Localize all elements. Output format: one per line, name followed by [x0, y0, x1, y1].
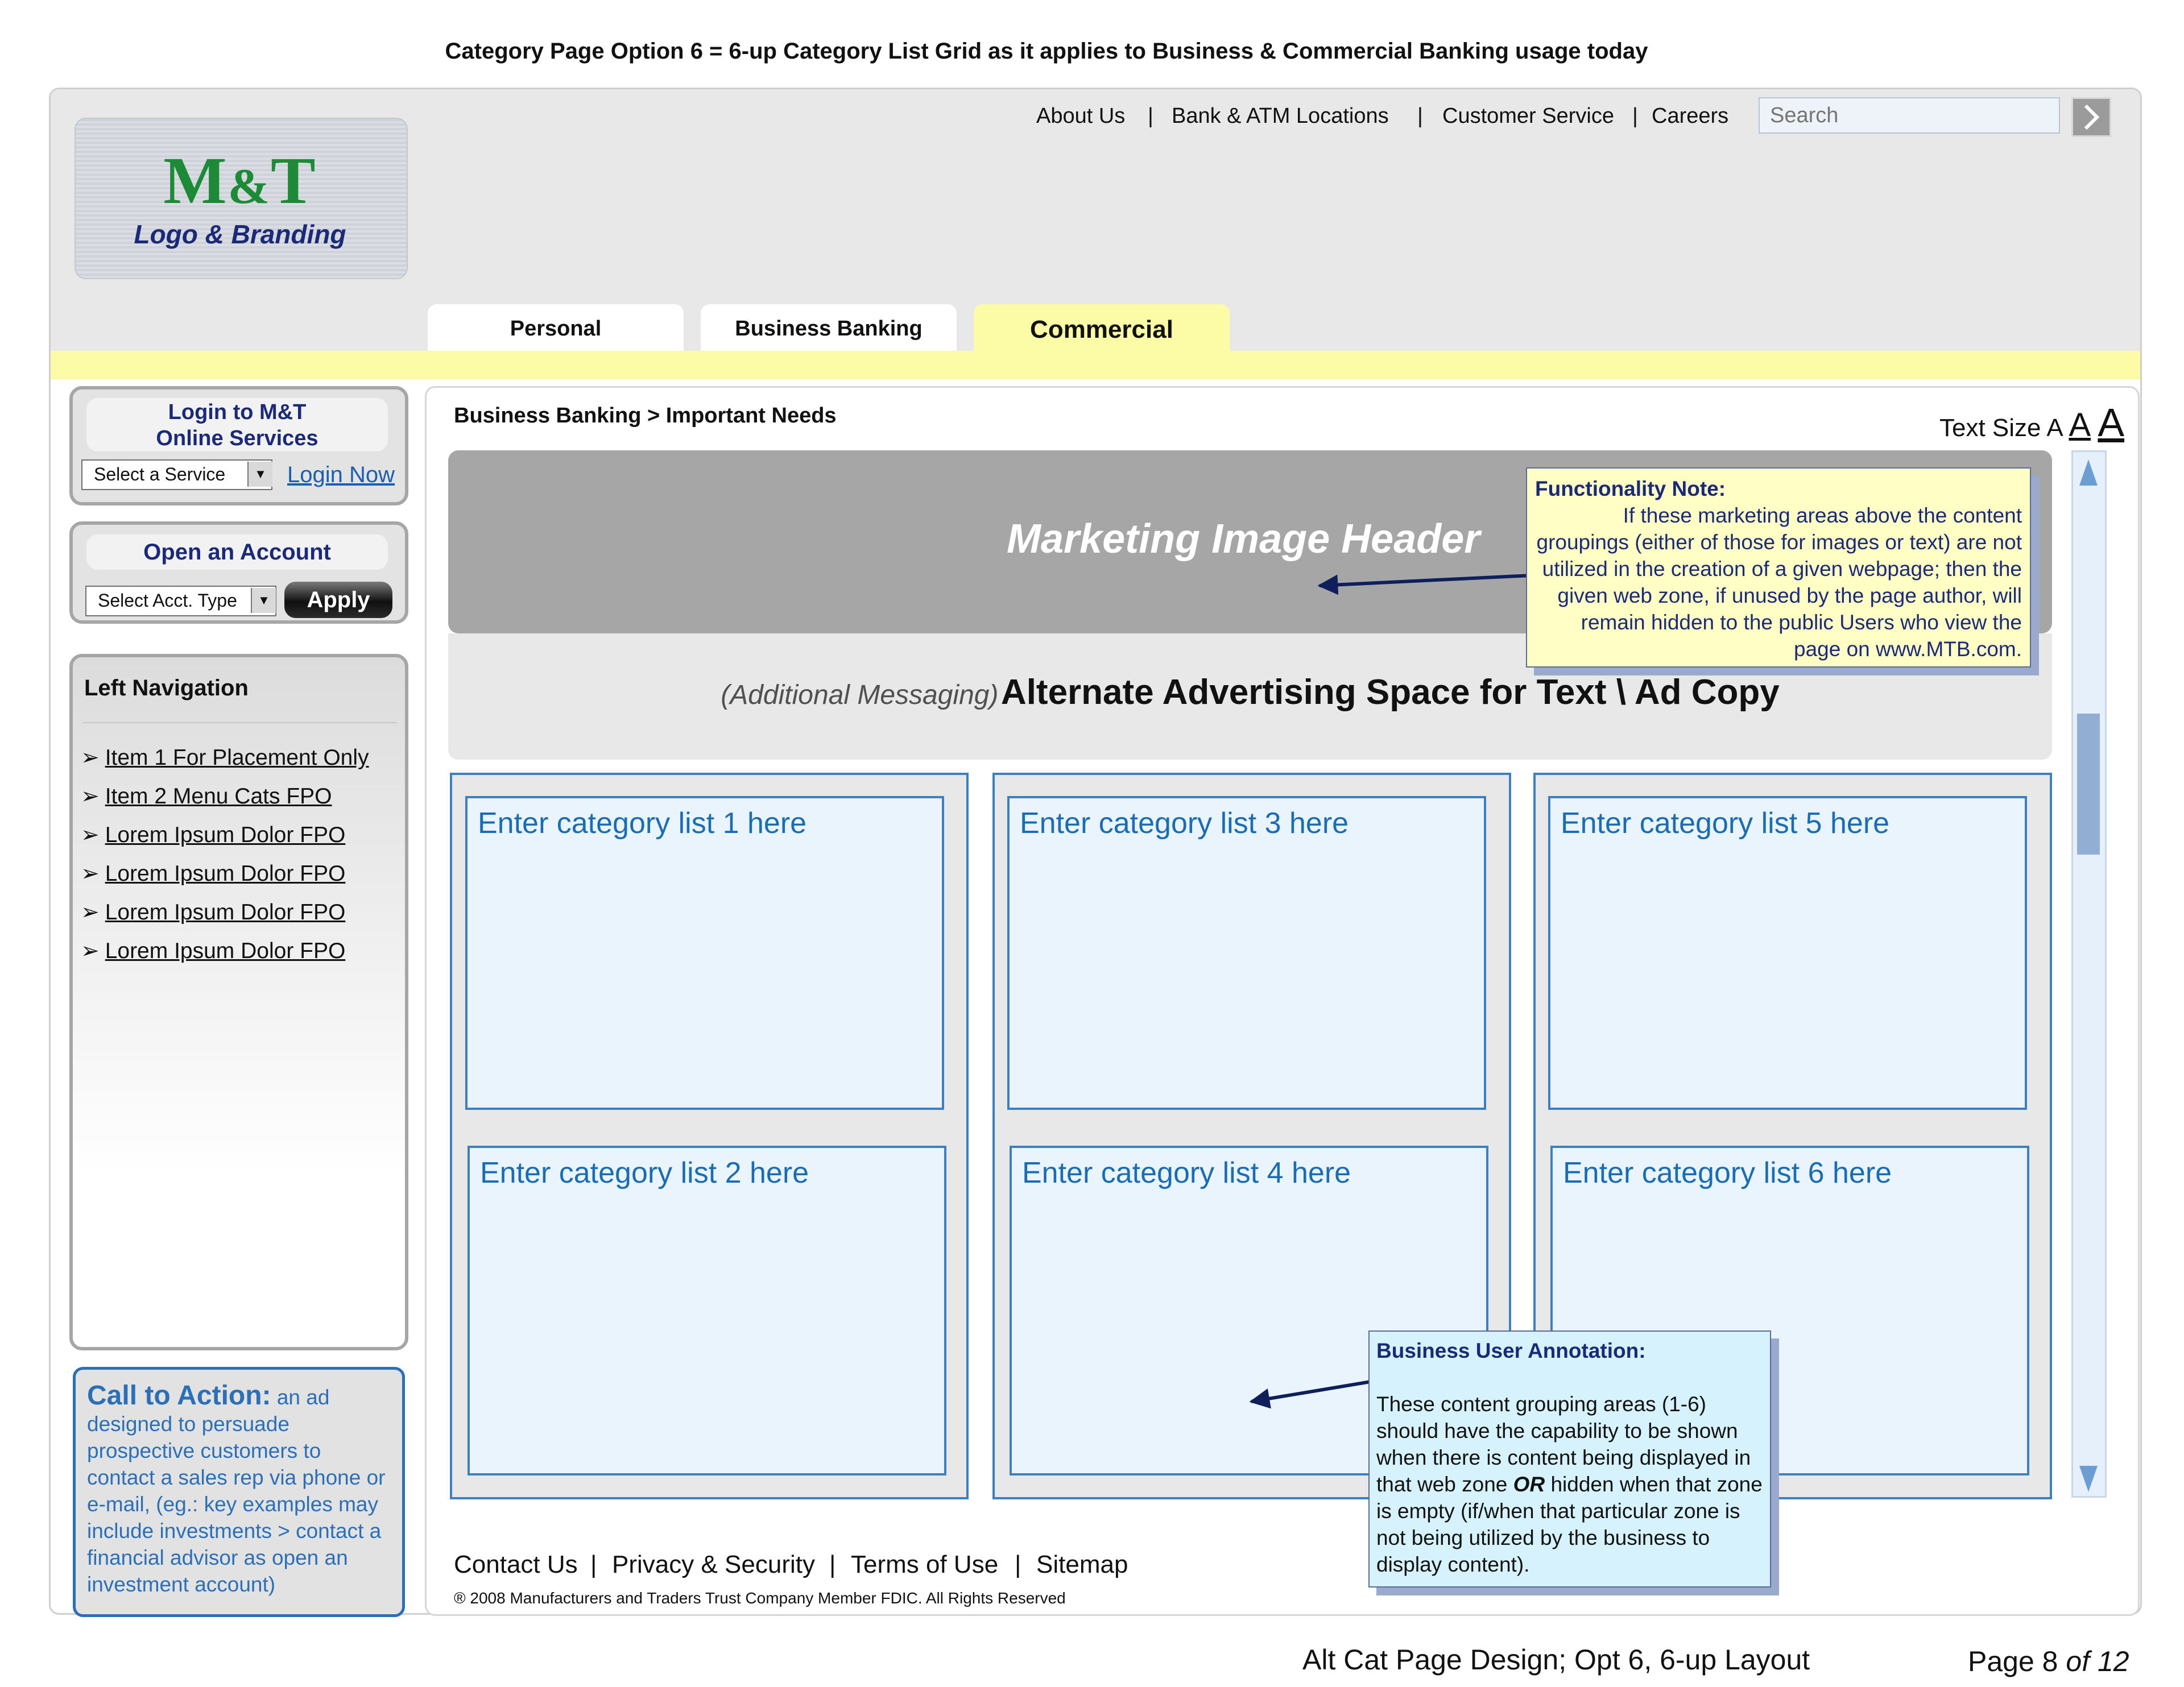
footer-separator: |: [590, 1551, 597, 1578]
footer-separator: |: [1015, 1551, 1021, 1578]
footer-link-terms-of-use[interactable]: Terms of Use: [851, 1551, 998, 1579]
copyright-notice: ® 2008 Manufacturers and Traders Trust C…: [454, 1589, 1066, 1607]
footer-separator: |: [829, 1551, 836, 1578]
annotation-arrow-marketing: [1317, 573, 1555, 595]
footer-link-sitemap[interactable]: Sitemap: [1036, 1551, 1128, 1579]
functionality-note-body: If these marketing areas above the conte…: [1536, 504, 2022, 661]
footer-link-contact-us[interactable]: Contact Us: [454, 1551, 578, 1579]
page-number-total: of 12: [2066, 1645, 2129, 1677]
business-annotation-emphasis: OR: [1513, 1473, 1545, 1496]
footer-link-privacy-security[interactable]: Privacy & Security: [612, 1551, 815, 1579]
functionality-note: Functionality Note: If these marketing a…: [1526, 467, 2031, 668]
business-annotation-title: Business User Annotation:: [1376, 1339, 1646, 1362]
business-user-annotation: Business User Annotation: These content …: [1368, 1330, 1771, 1587]
page-number: Page 8 of 12: [1968, 1645, 2129, 1678]
functionality-note-title: Functionality Note:: [1535, 477, 1726, 500]
page-number-current: Page 8: [1968, 1645, 2058, 1677]
annotation-arrows: [1249, 573, 1555, 1409]
business-annotation-body: These content grouping areas (1-6) shoul…: [1376, 1391, 1763, 1578]
document-caption: Alt Cat Page Design; Opt 6, 6-up Layout: [1302, 1644, 1810, 1676]
